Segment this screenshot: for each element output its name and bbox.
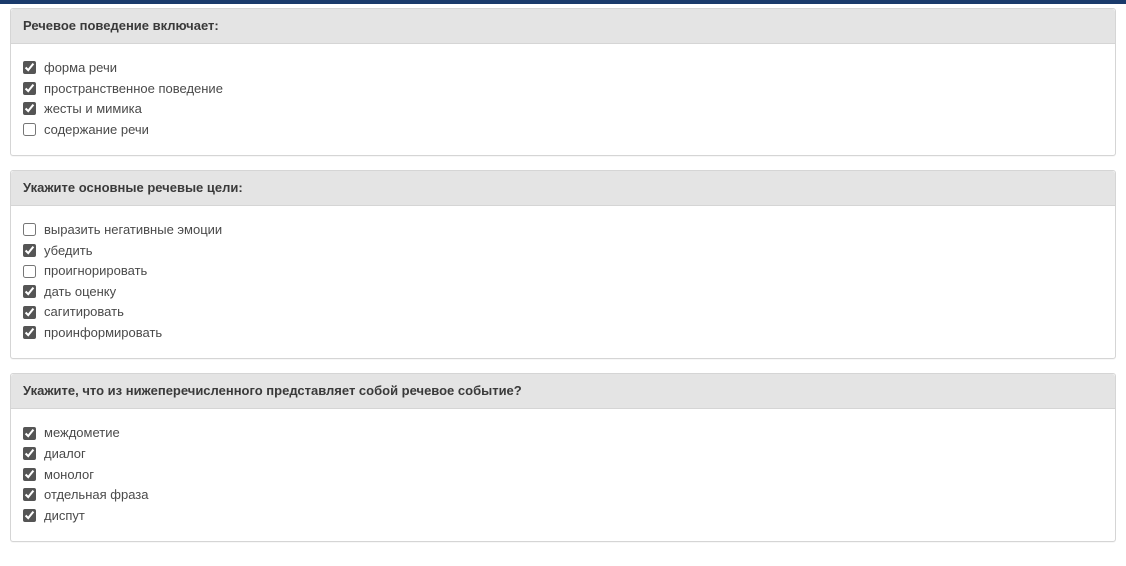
answer-checkbox[interactable]	[23, 265, 36, 278]
question-body: выразить негативные эмоции убедить проиг…	[11, 206, 1115, 358]
answer-option: отдельная фраза	[23, 486, 1103, 504]
answer-option: убедить	[23, 242, 1103, 260]
answer-checkbox[interactable]	[23, 326, 36, 339]
answer-checkbox[interactable]	[23, 509, 36, 522]
question-title: Укажите основные речевые цели:	[11, 171, 1115, 206]
answer-label: содержание речи	[44, 121, 149, 139]
answer-option: дать оценку	[23, 283, 1103, 301]
answer-checkbox[interactable]	[23, 285, 36, 298]
answer-option: диалог	[23, 445, 1103, 463]
answer-checkbox[interactable]	[23, 488, 36, 501]
answer-option: проигнорировать	[23, 262, 1103, 280]
answer-option: жесты и мимика	[23, 100, 1103, 118]
answer-label: отдельная фраза	[44, 486, 148, 504]
question-block: Укажите основные речевые цели: выразить …	[10, 170, 1116, 359]
answer-checkbox[interactable]	[23, 244, 36, 257]
quiz-page: Речевое поведение включает: форма речи п…	[0, 4, 1126, 566]
answer-label: монолог	[44, 466, 94, 484]
answer-option: форма речи	[23, 59, 1103, 77]
answer-checkbox[interactable]	[23, 468, 36, 481]
answer-checkbox[interactable]	[23, 123, 36, 136]
answer-option: сагитировать	[23, 303, 1103, 321]
answer-label: выразить негативные эмоции	[44, 221, 222, 239]
question-body: форма речи пространственное поведение же…	[11, 44, 1115, 155]
answer-label: форма речи	[44, 59, 117, 77]
answer-option: пространственное поведение	[23, 80, 1103, 98]
answer-checkbox[interactable]	[23, 102, 36, 115]
answer-option: междометие	[23, 424, 1103, 442]
answer-checkbox[interactable]	[23, 82, 36, 95]
answer-label: жесты и мимика	[44, 100, 142, 118]
answer-checkbox[interactable]	[23, 427, 36, 440]
question-title: Укажите, что из нижеперечисленного предс…	[11, 374, 1115, 409]
question-body: междометие диалог монолог отдельная фраз…	[11, 409, 1115, 541]
answer-option: проинформировать	[23, 324, 1103, 342]
question-block: Речевое поведение включает: форма речи п…	[10, 8, 1116, 156]
answer-checkbox[interactable]	[23, 61, 36, 74]
question-title: Речевое поведение включает:	[11, 9, 1115, 44]
answer-checkbox[interactable]	[23, 223, 36, 236]
answer-label: проинформировать	[44, 324, 162, 342]
answer-checkbox[interactable]	[23, 447, 36, 460]
answer-label: диспут	[44, 507, 85, 525]
answer-option: диспут	[23, 507, 1103, 525]
answer-label: междометие	[44, 424, 120, 442]
answer-label: дать оценку	[44, 283, 116, 301]
answer-label: сагитировать	[44, 303, 124, 321]
answer-checkbox[interactable]	[23, 306, 36, 319]
answer-label: диалог	[44, 445, 86, 463]
answer-option: выразить негативные эмоции	[23, 221, 1103, 239]
answer-option: монолог	[23, 466, 1103, 484]
question-block: Укажите, что из нижеперечисленного предс…	[10, 373, 1116, 542]
answer-label: убедить	[44, 242, 92, 260]
answer-label: проигнорировать	[44, 262, 147, 280]
answer-label: пространственное поведение	[44, 80, 223, 98]
answer-option: содержание речи	[23, 121, 1103, 139]
